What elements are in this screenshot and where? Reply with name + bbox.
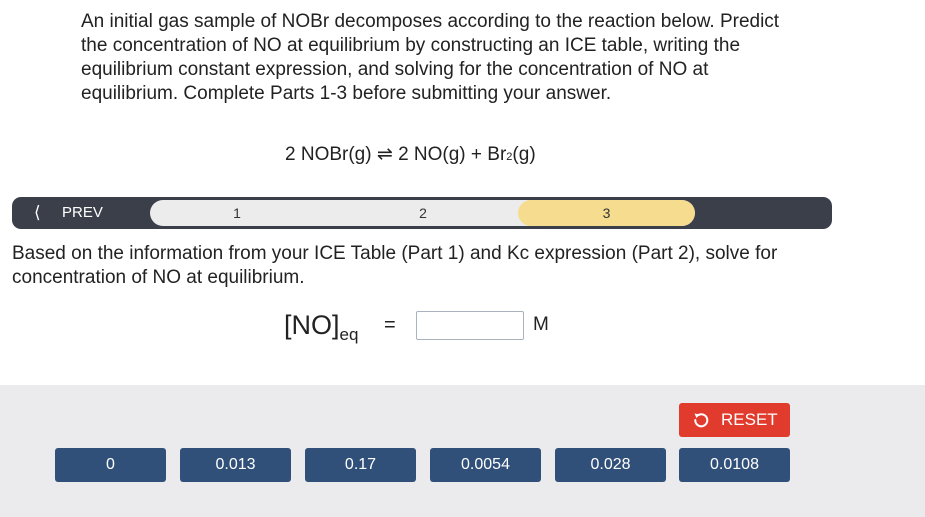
step-tab-3-active[interactable]: 3 bbox=[518, 200, 695, 226]
answer-drop-field[interactable] bbox=[416, 311, 524, 340]
reset-icon bbox=[694, 413, 709, 428]
reaction-equation: 2 NOBr(g) ⇌ 2 NO(g) + Br2(g) bbox=[285, 143, 536, 169]
reaction-products-tail: (g) bbox=[512, 144, 536, 165]
answer-tile[interactable]: 0.17 bbox=[305, 448, 416, 482]
answer-tile[interactable]: 0.013 bbox=[180, 448, 291, 482]
answer-label: [NO]eq bbox=[284, 308, 358, 352]
step-tab-2[interactable]: 2 bbox=[336, 200, 510, 226]
reaction-products: 2 NO(g) + Br bbox=[398, 144, 507, 165]
prev-label: PREV bbox=[62, 204, 103, 221]
part-question: Based on the information from your ICE T… bbox=[12, 243, 778, 288]
equals-sign: = bbox=[384, 314, 396, 336]
reset-label: RESET bbox=[721, 410, 778, 429]
reaction-reactants: 2 NOBr(g) bbox=[285, 144, 372, 165]
reset-button[interactable]: RESET bbox=[679, 403, 790, 437]
answer-tile[interactable]: 0.0108 bbox=[679, 448, 790, 482]
answer-label-subscript: eq bbox=[339, 325, 359, 344]
answer-label-main: [NO] bbox=[284, 310, 340, 340]
prev-button[interactable]: ⟨ PREV bbox=[12, 197, 132, 229]
chevron-left-icon: ⟨ bbox=[34, 203, 41, 222]
answer-tile[interactable]: 0.028 bbox=[555, 448, 666, 482]
unit-label: M bbox=[533, 314, 549, 335]
equilibrium-arrow-icon: ⇌ bbox=[376, 144, 393, 165]
step-track: 1 2 3 bbox=[150, 200, 695, 226]
answer-tile[interactable]: 0 bbox=[55, 448, 166, 482]
answer-tile[interactable]: 0.0054 bbox=[430, 448, 541, 482]
step-navigation: ⟨ PREV 1 2 3 bbox=[12, 197, 832, 229]
problem-intro: An initial gas sample of NOBr decomposes… bbox=[81, 11, 780, 104]
step-tab-1[interactable]: 1 bbox=[150, 200, 324, 226]
